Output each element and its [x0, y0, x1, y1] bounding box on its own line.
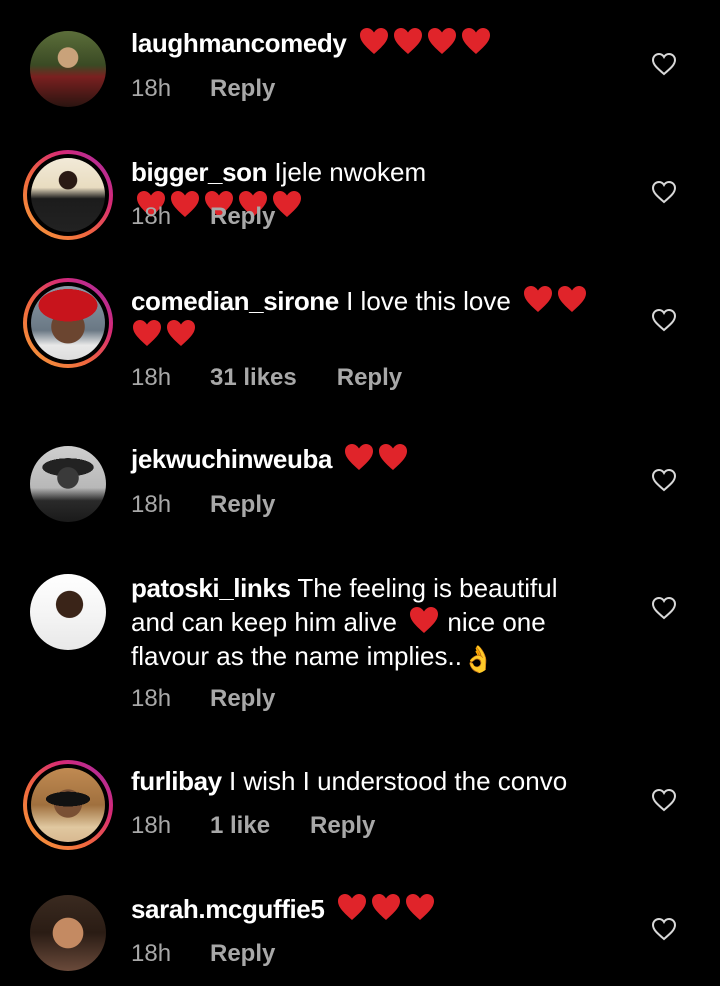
ok-hand-emoji-icon: 👌: [461, 644, 495, 674]
like-heart-icon[interactable]: [651, 308, 677, 332]
heart-emoji-icon: [336, 892, 368, 922]
heart-emoji-icon: [165, 318, 197, 348]
reply-button[interactable]: Reply: [210, 940, 275, 968]
heart-emojis: [522, 284, 588, 314]
heart-emojis: [358, 26, 492, 56]
comment-timestamp: 18h: [131, 685, 172, 712]
comment-timestamp: 18h: [131, 491, 172, 518]
reply-button[interactable]: Reply: [210, 491, 275, 519]
comment-timestamp: 18h: [131, 75, 172, 102]
heart-emoji-icon: [370, 892, 402, 922]
comment-timestamp: 18h: [131, 812, 172, 839]
heart-emoji-icon: [426, 26, 458, 56]
comment-text: I wish I understood the convo: [228, 766, 568, 796]
comment-username[interactable]: bigger_son: [131, 157, 268, 187]
comment-username[interactable]: sarah.mcguffie5: [131, 894, 325, 924]
heart-emoji-icon: [343, 442, 375, 472]
comment-text: I love this love: [346, 286, 511, 316]
heart-emoji-icon: [358, 26, 390, 56]
heart-emojis: [336, 892, 436, 922]
avatar[interactable]: [30, 574, 106, 650]
like-heart-icon[interactable]: [651, 468, 677, 492]
reply-button[interactable]: Reply: [210, 203, 275, 231]
likes-count[interactable]: 1 like: [210, 812, 270, 840]
comment-username[interactable]: laughmancomedy: [131, 28, 347, 58]
likes-count[interactable]: 31 likes: [210, 364, 297, 392]
comment-username[interactable]: furlibay: [131, 766, 222, 796]
avatar[interactable]: [30, 895, 106, 971]
heart-emoji-icon: [131, 318, 163, 348]
comment-username[interactable]: jekwuchinweuba: [131, 444, 332, 474]
avatar[interactable]: [23, 278, 113, 368]
heart-emoji-icon: [522, 284, 554, 314]
comment-timestamp: 18h: [131, 364, 172, 391]
heart-emojis: [343, 442, 409, 472]
like-heart-icon[interactable]: [651, 52, 677, 76]
like-heart-icon[interactable]: [651, 180, 677, 204]
avatar[interactable]: [23, 760, 113, 850]
heart-emoji-icon: [392, 26, 424, 56]
reply-button[interactable]: Reply: [337, 364, 402, 392]
comment-text: Ijele nwokem: [274, 157, 427, 187]
heart-emojis: [408, 605, 440, 635]
heart-emoji-icon: [404, 892, 436, 922]
like-heart-icon[interactable]: [651, 596, 677, 620]
heart-emoji-icon: [377, 442, 409, 472]
comment-username[interactable]: patoski_links: [131, 573, 291, 603]
avatar[interactable]: [30, 31, 106, 107]
heart-emoji-icon: [271, 189, 303, 219]
like-heart-icon[interactable]: [651, 788, 677, 812]
avatar[interactable]: [30, 446, 106, 522]
avatar[interactable]: [23, 150, 113, 240]
comment-username[interactable]: comedian_sirone: [131, 286, 339, 316]
reply-button[interactable]: Reply: [210, 685, 275, 713]
heart-emojis: [131, 318, 197, 348]
heart-emoji-icon: [460, 26, 492, 56]
comment-timestamp: 18h: [131, 203, 172, 230]
heart-emoji-icon: [556, 284, 588, 314]
reply-button[interactable]: Reply: [310, 812, 375, 840]
reply-button[interactable]: Reply: [210, 75, 275, 103]
heart-emoji-icon: [408, 605, 440, 635]
like-heart-icon[interactable]: [651, 917, 677, 941]
comment-timestamp: 18h: [131, 940, 172, 967]
